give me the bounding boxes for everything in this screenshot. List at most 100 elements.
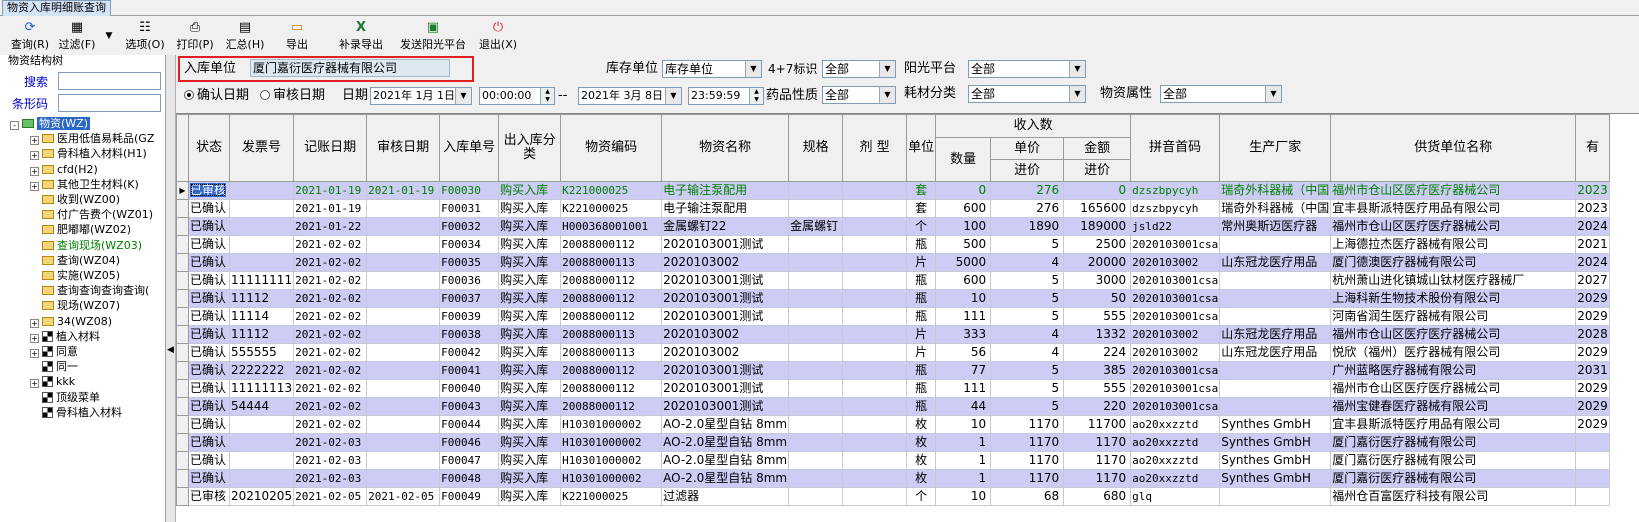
table-cell[interactable]: 已确认 bbox=[188, 307, 230, 326]
table-cell[interactable]: 11111111 bbox=[229, 271, 295, 290]
table-cell[interactable] bbox=[842, 487, 908, 506]
tree-node[interactable]: 现场(WZ07) bbox=[30, 298, 120, 313]
table-cell[interactable]: 2021 bbox=[1575, 235, 1610, 254]
table-cell[interactable]: F00046 bbox=[439, 433, 500, 452]
table-cell[interactable]: 77 bbox=[935, 361, 992, 380]
table-cell[interactable]: 600 bbox=[935, 271, 992, 290]
table-cell[interactable]: Synthes GmbH bbox=[1219, 433, 1332, 452]
table-row[interactable]: 已确认 2222222 2021-02-02 F00041 购买入库 2008800011… bbox=[176, 361, 1610, 380]
table-cell[interactable] bbox=[788, 451, 844, 470]
table-cell[interactable] bbox=[1575, 433, 1610, 452]
tree-node[interactable]: 顶级菜单 bbox=[30, 390, 100, 405]
table-cell[interactable]: 220 bbox=[1063, 397, 1132, 416]
tree-node[interactable]: + kkk bbox=[30, 374, 75, 389]
table-cell[interactable]: 20088000112 bbox=[560, 235, 663, 254]
table-cell[interactable]: 套 bbox=[906, 199, 937, 218]
table-cell[interactable]: 购买入库 bbox=[498, 433, 562, 452]
table-cell[interactable] bbox=[229, 451, 295, 470]
table-cell[interactable]: 2021-02-02 bbox=[293, 379, 368, 398]
table-cell[interactable]: 2020103001测试 bbox=[661, 235, 790, 254]
table-cell[interactable]: 5 bbox=[990, 289, 1065, 308]
table-cell[interactable]: 购买入库 bbox=[498, 451, 562, 470]
table-cell[interactable] bbox=[842, 469, 908, 488]
table-cell[interactable]: 常州奥斯迈医疗器 bbox=[1219, 217, 1332, 236]
row-indicator[interactable] bbox=[176, 451, 189, 470]
table-cell[interactable] bbox=[1219, 397, 1332, 416]
table-cell[interactable]: 枚 bbox=[906, 451, 937, 470]
table-cell[interactable]: 10 bbox=[935, 487, 992, 506]
table-cell[interactable]: 套 bbox=[906, 181, 937, 200]
search-input[interactable] bbox=[58, 72, 161, 90]
expand-icon[interactable]: + bbox=[30, 136, 39, 146]
table-cell[interactable]: 56 bbox=[935, 343, 992, 362]
table-cell[interactable]: 50 bbox=[1063, 289, 1132, 308]
table-cell[interactable]: 瓶 bbox=[906, 289, 937, 308]
tree-node[interactable]: - 物资(WZ) bbox=[10, 116, 90, 131]
table-cell[interactable] bbox=[788, 325, 844, 344]
table-cell[interactable]: 片 bbox=[906, 253, 937, 272]
table-cell[interactable]: 电子输注泵配用 bbox=[661, 181, 790, 200]
table-cell[interactable]: 224 bbox=[1063, 343, 1132, 362]
table-cell[interactable]: 5 bbox=[990, 307, 1065, 326]
tree-node[interactable]: + 医用低值易耗品(GZ bbox=[30, 131, 154, 146]
table-cell[interactable]: 1170 bbox=[990, 415, 1065, 434]
table-cell[interactable] bbox=[366, 271, 441, 290]
table-cell[interactable]: 2023 bbox=[1575, 199, 1610, 218]
table-cell[interactable]: 过滤器 bbox=[661, 487, 790, 506]
row-indicator[interactable] bbox=[176, 235, 189, 254]
table-cell[interactable]: 购买入库 bbox=[498, 325, 562, 344]
table-cell[interactable]: AO-2.0星型自钻 8mm bbox=[661, 451, 790, 470]
table-cell[interactable]: 20088000112 bbox=[560, 307, 663, 326]
table-cell[interactable] bbox=[366, 235, 441, 254]
table-row[interactable]: ▶ 已审核 2021-01-19 2021-01-19 F00030 购买入库 K22100… bbox=[176, 181, 1610, 200]
print-button[interactable]: ⎙ 打印(P) bbox=[170, 17, 220, 55]
table-cell[interactable]: 瓶 bbox=[906, 361, 937, 380]
consumable-class-select[interactable]: 全部 ▼ bbox=[968, 85, 1086, 103]
table-row[interactable]: 已确认 2021-02-03 F00047 购买入库 H10301000002 AO-2.… bbox=[176, 451, 1610, 470]
table-row[interactable]: 已确认 2021-01-22 F00032 购买入库 H000368001001 金属螺钉… bbox=[176, 217, 1610, 236]
table-cell[interactable] bbox=[842, 325, 908, 344]
table-cell[interactable]: 2021-02-02 bbox=[293, 289, 368, 308]
table-cell[interactable]: 片 bbox=[906, 343, 937, 362]
row-indicator[interactable] bbox=[176, 433, 189, 452]
table-cell[interactable] bbox=[842, 253, 908, 272]
table-row[interactable]: 已确认 2021-02-03 F00048 购买入库 H10301000002 AO-2.… bbox=[176, 469, 1610, 488]
table-cell[interactable] bbox=[788, 433, 844, 452]
table-cell[interactable]: 宜丰县斯派特医疗用品有限公司 bbox=[1330, 199, 1577, 218]
tree-node[interactable]: + 其他卫生材料(K) bbox=[30, 177, 139, 192]
tree-node[interactable]: 查询查询查询查询( bbox=[30, 283, 149, 298]
table-cell[interactable] bbox=[366, 325, 441, 344]
table-cell[interactable]: F00036 bbox=[439, 271, 500, 290]
col-manufacturer[interactable]: 生产厂家 bbox=[1219, 114, 1332, 182]
table-cell[interactable]: H10301000002 bbox=[560, 433, 663, 452]
table-cell[interactable]: 已确认 bbox=[188, 271, 230, 290]
tree-node[interactable]: 查询(WZ04) bbox=[30, 253, 120, 268]
table-cell[interactable]: 1170 bbox=[990, 451, 1065, 470]
table-cell[interactable] bbox=[842, 271, 908, 290]
table-cell[interactable]: 2021-02-03 bbox=[293, 469, 368, 488]
tree-node[interactable]: 查询现场(WZ03) bbox=[30, 238, 142, 253]
table-cell[interactable]: 2021-02-02 bbox=[293, 307, 368, 326]
table-cell[interactable]: 1 bbox=[935, 433, 992, 452]
table-cell[interactable]: 购买入库 bbox=[498, 289, 562, 308]
table-cell[interactable]: 11112 bbox=[229, 325, 295, 344]
expand-icon[interactable]: + bbox=[30, 333, 39, 343]
table-cell[interactable]: 2021-02-02 bbox=[293, 415, 368, 434]
table-cell[interactable] bbox=[229, 415, 295, 434]
table-cell[interactable]: 2020103002 bbox=[1130, 253, 1221, 272]
table-cell[interactable] bbox=[788, 415, 844, 434]
table-cell[interactable]: 福州市仓山区医疗医疗器械公司 bbox=[1330, 181, 1577, 200]
table-cell[interactable]: 385 bbox=[1063, 361, 1132, 380]
radio-confirm-date[interactable]: 确认日期 bbox=[184, 87, 249, 105]
expand-icon[interactable]: + bbox=[30, 318, 39, 328]
table-cell[interactable]: 1170 bbox=[990, 469, 1065, 488]
table-cell[interactable]: 2021-02-05 bbox=[293, 487, 368, 506]
table-cell[interactable]: F00047 bbox=[439, 451, 500, 470]
table-cell[interactable]: 购买入库 bbox=[498, 397, 562, 416]
table-cell[interactable]: 2020103002 bbox=[1130, 325, 1221, 344]
filter-button[interactable]: ▦ 过滤(F) bbox=[52, 17, 102, 55]
table-cell[interactable]: 2021-02-02 bbox=[293, 397, 368, 416]
table-cell[interactable]: 瓶 bbox=[906, 397, 937, 416]
table-cell[interactable]: 山东冠龙医疗用品 bbox=[1219, 343, 1332, 362]
table-cell[interactable] bbox=[842, 307, 908, 326]
